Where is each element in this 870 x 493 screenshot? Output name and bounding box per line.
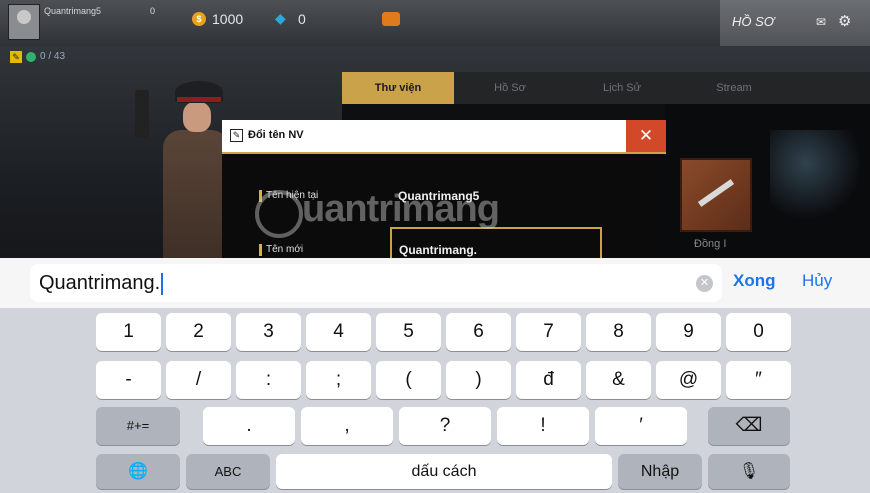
player-character [135,75,230,258]
key-colon[interactable]: : [236,361,301,399]
tab-stream[interactable]: Stream [678,72,790,104]
close-icon[interactable]: ✕ [626,120,666,152]
gem-icon: ◆ [275,10,286,26]
text-input[interactable]: Quantrimang. [30,264,722,302]
keyboard-input-bar: Quantrimang. ✕ Xong Hủy [0,258,870,308]
key-1[interactable]: 1 [96,313,161,351]
rank-label: Đồng I [694,238,727,250]
clear-icon[interactable]: ✕ [696,275,713,292]
ios-keyboard: Quantrimang. ✕ Xong Hủy 1 2 3 4 5 6 7 8 … [0,258,870,493]
online-count: 0 / 43 [40,51,66,62]
key-right-paren[interactable]: ) [446,361,511,399]
player-avatar[interactable] [8,4,40,40]
key-slash[interactable]: / [166,361,231,399]
coin-icon: $ [192,12,206,26]
text-input-value: Quantrimang. [39,272,161,294]
character-face [183,102,211,132]
key-period[interactable]: . [203,407,295,445]
tab-profile[interactable]: Hồ Sơ [454,72,566,104]
key-at[interactable]: @ [656,361,721,399]
character-hatband [177,97,221,102]
key-comma[interactable]: , [301,407,393,445]
abc-key[interactable]: ABC [186,454,270,489]
return-key[interactable]: Nhập [618,454,702,489]
backspace-icon[interactable]: ⌫ [708,407,790,445]
key-ampersand[interactable]: & [586,361,651,399]
key-3[interactable]: 3 [236,313,301,351]
cancel-button[interactable]: Hủy [802,271,832,291]
character-body [163,130,229,258]
gear-icon[interactable]: ⚙ [838,12,851,30]
key-2[interactable]: 2 [166,313,231,351]
sparkle-effect [770,130,860,240]
tab-history[interactable]: Lịch Sử [566,72,678,104]
player-level: 0 [150,6,156,16]
key-question[interactable]: ? [399,407,491,445]
key-9[interactable]: 9 [656,313,721,351]
globe-icon[interactable]: 🌐 [96,454,180,489]
key-left-paren[interactable]: ( [376,361,441,399]
key-6[interactable]: 6 [446,313,511,351]
key-0[interactable]: 0 [726,313,791,351]
edit-icon[interactable]: ✎ [10,51,22,63]
profile-button[interactable]: HỒ SƠ [732,14,774,29]
done-button[interactable]: Xong [733,271,776,291]
key-apostrophe[interactable]: ′ [595,407,687,445]
rank-crate-icon [680,158,752,232]
new-name-label: Tên mới [266,244,304,255]
online-status-icon [26,52,36,62]
text-caret [161,272,164,295]
key-7[interactable]: 7 [516,313,581,351]
key-dong[interactable]: đ [516,361,581,399]
dialog-header: ✎ Đổi tên NV ✕ [222,120,666,154]
watermark-text: uantrimang [302,188,500,230]
key-5[interactable]: 5 [376,313,441,351]
key-4[interactable]: 4 [306,313,371,351]
key-hyphen[interactable]: - [96,361,161,399]
game-screen: Quantrimang5 0 $ 1000 ◆ 0 HỒ SƠ ✉ ⚙ ✎ 0 … [0,0,870,258]
new-name-value: Quantrimang. [399,243,478,257]
key-semicolon[interactable]: ; [306,361,371,399]
edit-icon: ✎ [230,129,243,142]
coin-count: 1000 [212,11,244,27]
pistol-icon [135,90,149,138]
profile-tabs: Thư viện Hồ Sơ Lịch Sử Stream [342,72,870,104]
key-8[interactable]: 8 [586,313,651,351]
key-double-quote[interactable]: ″ [726,361,791,399]
microphone-icon[interactable]: 🎙 [708,454,790,489]
dialog-title: Đổi tên NV [248,129,304,141]
key-exclamation[interactable]: ! [497,407,589,445]
tab-library[interactable]: Thư viện [342,72,454,104]
player-name: Quantrimang5 [44,6,102,16]
gem-count: 0 [298,11,306,27]
mail-icon[interactable]: ✉ [816,15,826,29]
shop-icon[interactable] [382,12,400,26]
watermark-logo-icon [255,190,303,238]
space-key[interactable]: dấu cách [276,454,612,489]
label-marker [259,244,262,256]
symbols-shift-key[interactable]: #+= [96,407,180,445]
